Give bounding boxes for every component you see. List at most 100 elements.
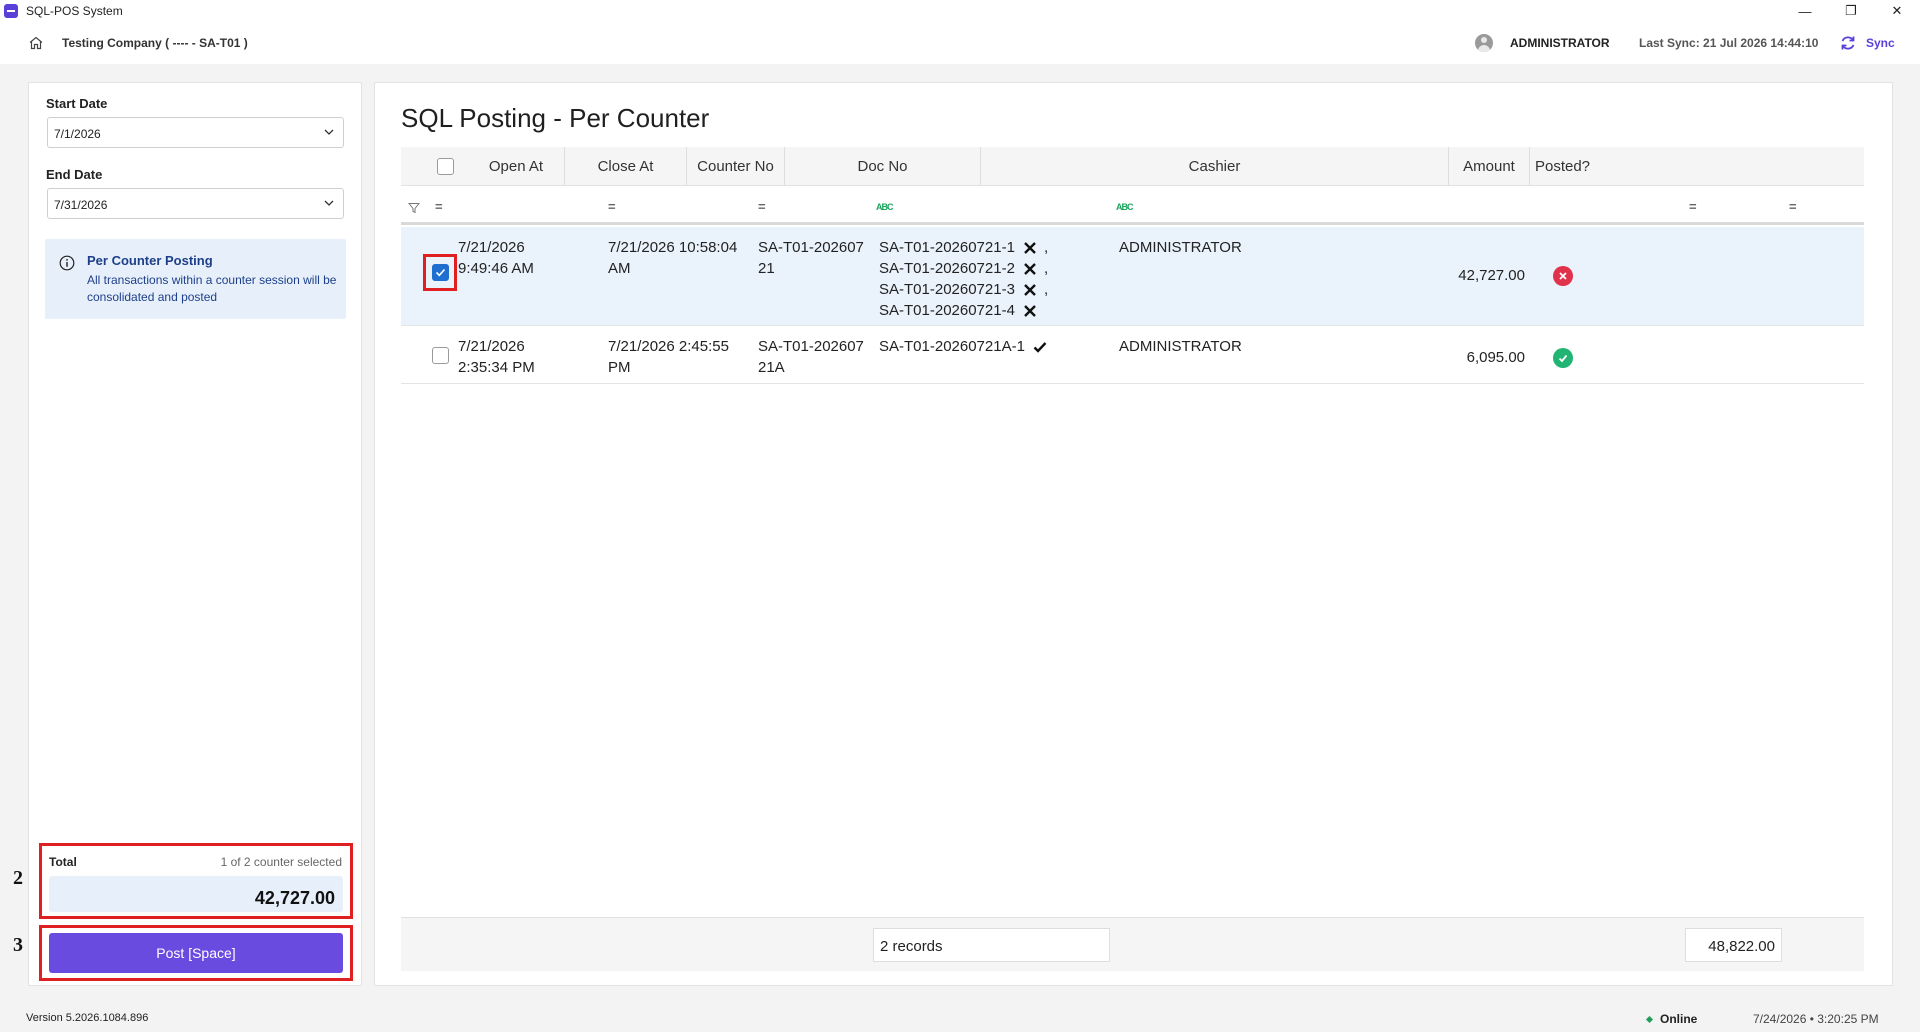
col-cashier[interactable]: Cashier (980, 147, 1448, 186)
doc-separator: , (1043, 239, 1049, 256)
restore-button[interactable]: ❐ (1828, 0, 1874, 22)
chevron-down-icon (324, 129, 334, 135)
post-button[interactable]: Post [Space] (49, 933, 343, 973)
info-icon (59, 255, 75, 271)
amount-cell: 42,727.00 (1458, 267, 1525, 284)
col-close-at-label: Close At (597, 158, 654, 175)
col-amount-label: Amount (1463, 158, 1515, 175)
counter-no-cell: SA-T01-20260721 (758, 239, 864, 277)
col-counter-no-label: Counter No (697, 158, 774, 175)
x-mark-icon (1024, 304, 1036, 317)
company-name: Testing Company ( ---- - SA-T01 ) (62, 36, 248, 50)
selected-count: 1 of 2 counter selected (220, 855, 342, 869)
doc-separator: , (1043, 260, 1049, 277)
cashier-cell: ADMINISTRATOR (1119, 239, 1242, 256)
doc-entry: SA-T01-20260721-2 , (879, 258, 1048, 279)
col-doc-no[interactable]: Doc No (784, 147, 980, 186)
window-title: SQL-POS System (26, 4, 123, 18)
start-date-label: Start Date (46, 96, 108, 111)
close-at-cell: 7/21/2026 10:58:04 AM (608, 239, 738, 277)
col-amount[interactable]: Amount (1448, 147, 1529, 186)
online-indicator-icon (1645, 1015, 1654, 1024)
doc-entry: SA-T01-20260721-1 , (879, 237, 1048, 258)
status-bar: Version 5.2026.1084.896 Online 7/24/2026… (0, 1004, 1920, 1032)
filter-abc-icon[interactable]: ABC (1116, 202, 1133, 212)
row-checkbox[interactable] (432, 264, 449, 281)
close-at-cell: 7/21/2026 2:45:55 PM (608, 338, 729, 376)
window-controls: — ❐ ✕ (1782, 0, 1920, 22)
filter-equals-icon[interactable]: = (435, 200, 443, 213)
row-checkbox[interactable] (432, 347, 449, 364)
filter-panel: Start Date 7/1/2026 End Date 7/31/2026 P… (28, 82, 362, 986)
col-cashier-label: Cashier (1188, 158, 1241, 175)
doc-number: SA-T01-20260721-2 (879, 260, 1015, 277)
x-mark-icon (1024, 283, 1036, 296)
end-date-picker[interactable]: 7/31/2026 (47, 188, 344, 219)
post-button-frame: Post [Space] (39, 925, 353, 981)
end-date-value: 7/31/2026 (54, 198, 108, 212)
sync-icon[interactable] (1839, 34, 1857, 52)
posting-grid: Open At Close At Counter No Doc No Cashi… (401, 147, 1864, 971)
online-status: Online (1660, 1012, 1698, 1026)
filter-equals-icon[interactable]: = (1789, 200, 1797, 213)
table-row[interactable]: 7/21/2026 2:35:34 PM 7/21/2026 2:45:55 P… (401, 327, 1864, 384)
col-open-at-label: Open At (488, 158, 544, 175)
start-date-value: 7/1/2026 (54, 127, 101, 141)
amount-cell: 6,095.00 (1466, 349, 1525, 366)
status-datetime: 7/24/2026 • 3:20:25 PM (1753, 1012, 1879, 1026)
minimize-button[interactable]: — (1782, 0, 1828, 22)
record-count: 2 records (873, 928, 1110, 962)
not-posted-icon (1553, 266, 1573, 286)
start-date-picker[interactable]: 7/1/2026 (47, 117, 344, 148)
close-window-button[interactable]: ✕ (1874, 0, 1920, 22)
open-at-cell: 7/21/2026 9:49:46 AM (458, 239, 534, 277)
chevron-down-icon (324, 200, 334, 206)
doc-entry: SA-T01-20260721-3 , (879, 279, 1048, 300)
app-header: Testing Company ( ---- - SA-T01 ) ADMINI… (0, 22, 1920, 64)
doc-no-cell: SA-T01-20260721A-1 (879, 336, 1048, 357)
info-box: Per Counter Posting All transactions wit… (45, 239, 346, 319)
sync-button[interactable]: Sync (1866, 36, 1895, 50)
check-mark-icon (1033, 341, 1047, 353)
filter-icon[interactable] (408, 202, 420, 214)
filter-equals-icon[interactable]: = (758, 200, 766, 213)
callout-2: 2 (13, 867, 23, 889)
filter-equals-icon[interactable]: = (1689, 200, 1697, 213)
info-text: All transactions within a counter sessio… (87, 273, 337, 304)
filter-abc-icon[interactable]: ABC (876, 202, 893, 212)
doc-separator: , (1043, 281, 1049, 298)
posting-panel: SQL Posting - Per Counter Open At Close … (374, 82, 1893, 986)
col-close-at[interactable]: Close At (564, 147, 686, 186)
doc-number: SA-T01-20260721-4 (879, 302, 1015, 319)
end-date-label: End Date (46, 167, 103, 182)
open-at-cell: 7/21/2026 2:35:34 PM (458, 338, 535, 376)
counter-no-cell: SA-T01-20260721A (758, 338, 864, 376)
filter-equals-icon[interactable]: = (608, 200, 616, 213)
total-value: 42,727.00 (254, 888, 335, 908)
info-title: Per Counter Posting (87, 253, 213, 268)
user-name: ADMINISTRATOR (1510, 36, 1610, 50)
table-row[interactable]: 7/21/2026 9:49:46 AM 7/21/2026 10:58:04 … (401, 227, 1864, 326)
col-posted-label: Posted? (1534, 158, 1591, 175)
col-open-at[interactable]: Open At (427, 147, 565, 186)
doc-number: SA-T01-20260721A-1 (879, 338, 1025, 355)
doc-no-cell: SA-T01-20260721-1 , SA-T01-20260721-2 , … (879, 237, 1048, 321)
doc-entry: SA-T01-20260721A-1 (879, 336, 1048, 357)
total-label: Total (49, 855, 77, 869)
posted-icon (1553, 348, 1573, 368)
total-value-box: 42,727.00 (49, 876, 343, 912)
home-icon[interactable] (28, 35, 44, 51)
last-sync-text: Last Sync: 21 Jul 2026 14:44:10 (1639, 36, 1819, 50)
cashier-cell: ADMINISTRATOR (1119, 338, 1242, 355)
grid-footer: 2 records 48,822.00 (401, 917, 1864, 971)
page-title: SQL Posting - Per Counter (401, 103, 710, 133)
doc-number: SA-T01-20260721-3 (879, 281, 1015, 298)
footer-total: 48,822.00 (1685, 928, 1782, 962)
col-doc-no-label: Doc No (857, 158, 908, 175)
checkmark-icon (435, 268, 446, 277)
window-titlebar: SQL-POS System — ❐ ✕ (0, 0, 1920, 22)
col-counter-no[interactable]: Counter No (686, 147, 784, 186)
col-posted[interactable]: Posted? (1529, 147, 1595, 186)
version-text: Version 5.2026.1084.896 (26, 1012, 149, 1024)
callout-3: 3 (13, 934, 23, 956)
